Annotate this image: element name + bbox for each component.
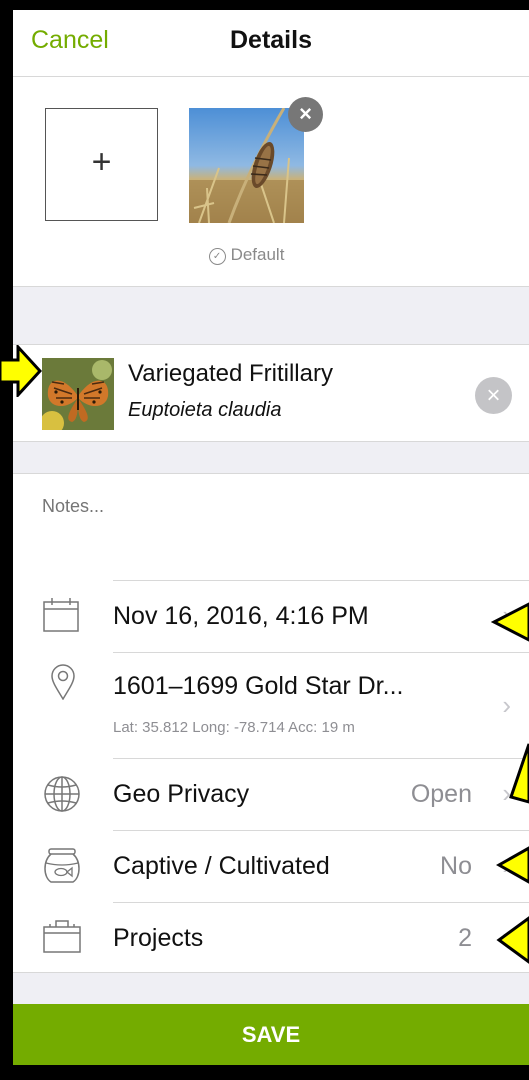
location-row[interactable]: 1601–1699 Gold Star Dr... Lat: 35.812 Lo… bbox=[13, 652, 529, 758]
taxon-scientific-name: Euptoieta claudia bbox=[128, 399, 282, 421]
fishbowl-icon bbox=[44, 848, 80, 883]
briefcase-icon bbox=[43, 920, 81, 953]
annotation-arrow-icon bbox=[496, 916, 529, 964]
location-coordinates: Lat: 35.812 Long: -78.714 Acc: 19 m bbox=[113, 719, 355, 736]
checkmark-circle-icon: ✓ bbox=[208, 248, 226, 265]
close-icon: × bbox=[299, 101, 312, 126]
annotation-arrow-icon bbox=[491, 602, 529, 642]
default-label: Default bbox=[230, 245, 285, 264]
notes-input[interactable] bbox=[42, 496, 502, 517]
calendar-icon bbox=[43, 598, 79, 632]
default-photo-indicator[interactable]: ✓ Default bbox=[189, 245, 304, 265]
section-spacer bbox=[13, 442, 529, 474]
details-screen: Cancel Details + × ✓ Default Variegated … bbox=[13, 10, 529, 1065]
taxon-row[interactable]: Variegated Fritillary Euptoieta claudia … bbox=[13, 345, 529, 442]
annotation-arrow-icon bbox=[496, 846, 529, 884]
chrysalis-photo-image bbox=[189, 108, 304, 223]
date-label: Nov 16, 2016, 4:16 PM bbox=[113, 602, 369, 630]
projects-label: Projects bbox=[113, 924, 204, 952]
add-photo-button[interactable]: + bbox=[45, 108, 158, 221]
save-button[interactable]: SAVE bbox=[13, 1004, 529, 1065]
annotation-arrow-icon bbox=[509, 743, 529, 804]
date-row[interactable]: Nov 16, 2016, 4:16 PM › bbox=[13, 580, 529, 652]
geo-privacy-label: Geo Privacy bbox=[113, 780, 250, 808]
captive-label: Captive / Cultivated bbox=[113, 852, 330, 880]
row-divider bbox=[113, 902, 529, 903]
captive-value: No bbox=[440, 852, 472, 880]
annotation-arrow-icon bbox=[0, 345, 42, 397]
geo-privacy-row[interactable]: Geo Privacy Open › bbox=[13, 758, 529, 830]
row-divider bbox=[113, 830, 529, 831]
captive-row[interactable]: Captive / Cultivated No › bbox=[13, 830, 529, 902]
row-divider bbox=[113, 758, 529, 759]
butterfly-image bbox=[42, 358, 114, 430]
row-divider bbox=[113, 580, 529, 581]
section-spacer bbox=[13, 972, 529, 1005]
projects-value: 2 bbox=[458, 924, 472, 952]
nav-bar: Cancel Details bbox=[13, 10, 529, 77]
geo-privacy-value: Open bbox=[410, 780, 472, 808]
close-icon: × bbox=[486, 382, 501, 409]
section-spacer bbox=[13, 287, 529, 345]
observation-photo[interactable] bbox=[189, 108, 304, 223]
page-title: Details bbox=[230, 26, 312, 54]
taxon-common-name: Variegated Fritillary bbox=[128, 360, 333, 387]
row-divider bbox=[113, 652, 529, 653]
remove-photo-button[interactable]: × bbox=[288, 97, 323, 132]
location-label: 1601–1699 Gold Star Dr... bbox=[113, 672, 404, 700]
taxon-photo bbox=[42, 358, 114, 430]
photo-section: + × ✓ Default bbox=[13, 77, 529, 287]
chevron-right-icon: › bbox=[502, 690, 511, 720]
projects-row[interactable]: Projects 2 › bbox=[13, 902, 529, 972]
clear-taxon-button[interactable]: × bbox=[475, 377, 512, 414]
location-pin-icon bbox=[51, 664, 75, 700]
plus-icon: + bbox=[91, 143, 112, 181]
globe-icon bbox=[44, 776, 80, 812]
